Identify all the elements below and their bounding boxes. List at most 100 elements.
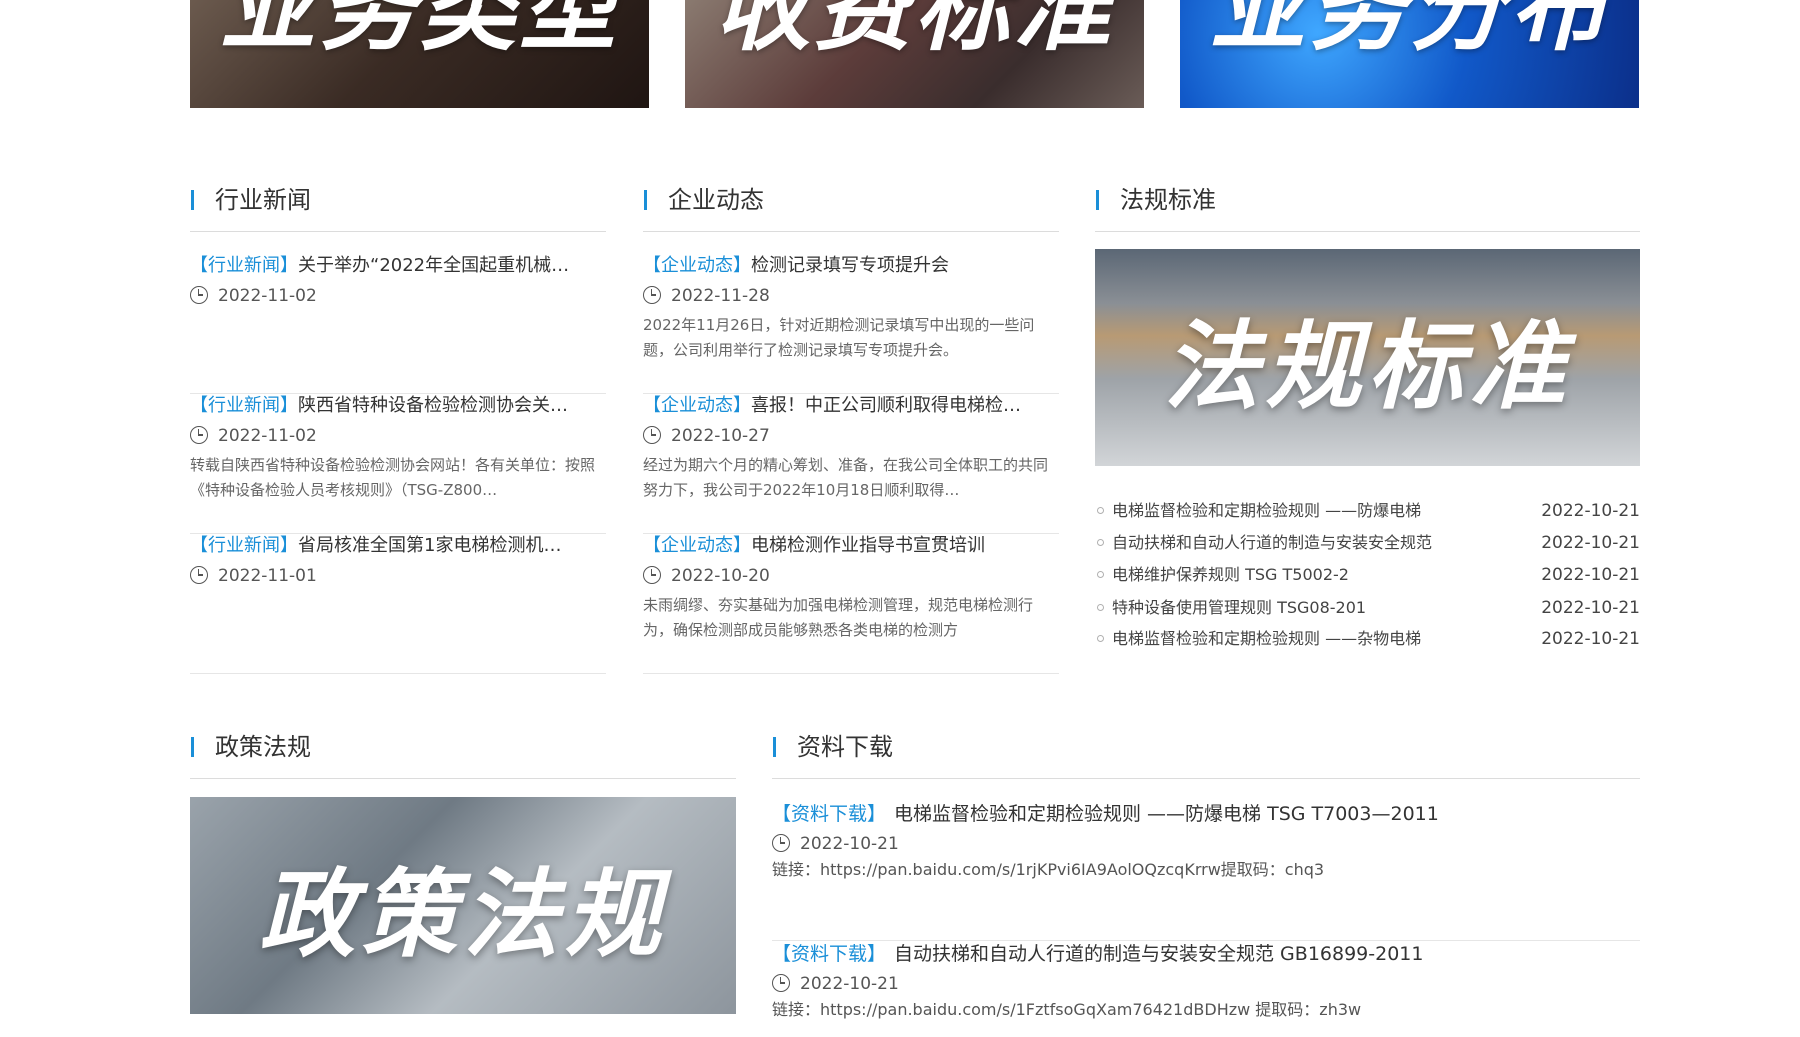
section-accent-bar xyxy=(191,737,194,757)
section-header-industry-news: 行业新闻 xyxy=(190,186,606,232)
banner-text: 业务分布 xyxy=(1209,0,1610,64)
news-title-text: 电梯检测作业指导书宣贯培训 xyxy=(751,535,985,556)
news-summary: 经过为期六个月的精心筹划、准备，在我公司全体职工的共同努力下，我公司于2022年… xyxy=(643,456,1049,499)
regulation-date: 2022-10-21 xyxy=(1541,501,1640,521)
news-tag: 【企业动态】 xyxy=(643,535,751,556)
news-date: 2022-11-02 xyxy=(190,425,317,447)
news-tag: 【企业动态】 xyxy=(643,395,751,416)
download-item[interactable]: 【资料下载】 自动扶梯和自动人行道的制造与安装安全规范 GB16899-2011 … xyxy=(772,941,1640,1037)
download-link[interactable]: 链接：https://pan.baidu.com/s/1rjKPvi6IA9Ao… xyxy=(772,859,1324,881)
download-title-text: 自动扶梯和自动人行道的制造与安装安全规范 GB16899-2011 xyxy=(894,943,1424,965)
clock-icon xyxy=(643,286,661,304)
clock-icon xyxy=(643,426,661,444)
news-tag: 【企业动态】 xyxy=(643,255,751,276)
section-title[interactable]: 资料下载 xyxy=(797,733,893,761)
regulation-list-item[interactable]: 特种设备使用管理规则 TSG08-201 2022-10-21 xyxy=(1095,596,1640,620)
section-title[interactable]: 企业动态 xyxy=(668,186,764,214)
news-tag: 【行业新闻】 xyxy=(190,255,298,276)
regulation-list-item[interactable]: 电梯监督检验和定期检验规则 ——杂物电梯 2022-10-21 xyxy=(1095,627,1640,651)
news-item[interactable]: 【企业动态】检测记录填写专项提升会 2022-11-28 2022年11月26日… xyxy=(643,254,1059,394)
regulation-date: 2022-10-21 xyxy=(1541,598,1640,618)
news-date: 2022-10-20 xyxy=(643,565,770,587)
news-item[interactable]: 【行业新闻】关于举办“2022年全国起重机械… 2022-11-02 xyxy=(190,254,606,394)
news-date: 2022-11-28 xyxy=(643,285,770,307)
news-date: 2022-11-02 xyxy=(190,285,317,307)
clock-icon xyxy=(643,566,661,584)
section-accent-bar xyxy=(773,737,776,757)
circle-bullet-icon xyxy=(1097,507,1104,514)
news-item[interactable]: 【行业新闻】省局核准全国第1家电梯检测机… 2022-11-01 xyxy=(190,534,606,674)
circle-bullet-icon xyxy=(1097,539,1104,546)
download-tag: 【资料下载】 xyxy=(772,803,887,825)
regulation-title[interactable]: 电梯监督检验和定期检验规则 ——防爆电梯 xyxy=(1112,499,1421,523)
download-tag: 【资料下载】 xyxy=(772,943,887,965)
news-date-text: 2022-11-02 xyxy=(218,426,317,446)
news-summary: 2022年11月26日，针对近期检测记录填写中出现的一些问题，公司利用举行了检测… xyxy=(643,316,1035,359)
download-title[interactable]: 【资料下载】 电梯监督检验和定期检验规则 ——防爆电梯 TSG T7003—201… xyxy=(772,801,1439,827)
section-accent-bar xyxy=(1096,190,1099,210)
news-date-text: 2022-10-20 xyxy=(671,566,770,586)
regulation-title[interactable]: 自动扶梯和自动人行道的制造与安装安全规范 xyxy=(1112,531,1432,555)
banner-text: 收费标准 xyxy=(714,0,1115,64)
section-header-company-news: 企业动态 xyxy=(643,186,1059,232)
clock-icon xyxy=(190,426,208,444)
regulation-list-item[interactable]: 电梯维护保养规则 TSG T5002-2 2022-10-21 xyxy=(1095,563,1640,587)
banner-text: 业务类型 xyxy=(219,0,620,64)
download-date-text: 2022-10-21 xyxy=(800,974,899,994)
news-item[interactable]: 【企业动态】电梯检测作业指导书宣贯培训 2022-10-20 未雨绸缪、夯实基础… xyxy=(643,534,1059,674)
download-item[interactable]: 【资料下载】 电梯监督检验和定期检验规则 ——防爆电梯 TSG T7003—201… xyxy=(772,801,1640,941)
news-item[interactable]: 【企业动态】喜报！中正公司顺利取得电梯检… 2022-10-27 经过为期六个月… xyxy=(643,394,1059,534)
clock-icon xyxy=(190,286,208,304)
news-title-text: 喜报！中正公司顺利取得电梯检… xyxy=(751,395,1021,416)
section-accent-bar xyxy=(644,190,647,210)
news-title-text: 省局核准全国第1家电梯检测机… xyxy=(298,535,562,556)
download-title[interactable]: 【资料下载】 自动扶梯和自动人行道的制造与安装安全规范 GB16899-2011 xyxy=(772,941,1423,967)
policy-image[interactable]: 政策法规 xyxy=(190,797,736,1014)
regulations-image-text: 法规标准 xyxy=(1163,310,1572,422)
banner-business-types[interactable]: 业务类型 xyxy=(190,0,649,108)
clock-icon xyxy=(772,834,790,852)
section-title[interactable]: 政策法规 xyxy=(215,733,311,761)
news-title[interactable]: 【企业动态】检测记录填写专项提升会 xyxy=(643,254,1059,278)
circle-bullet-icon xyxy=(1097,571,1104,578)
news-title-text: 陕西省特种设备检验检测协会关… xyxy=(298,395,568,416)
regulation-date: 2022-10-21 xyxy=(1541,629,1640,649)
regulation-title[interactable]: 特种设备使用管理规则 TSG08-201 xyxy=(1112,596,1366,620)
news-item[interactable]: 【行业新闻】陕西省特种设备检验检测协会关… 2022-11-02 转载自陕西省特… xyxy=(190,394,606,534)
news-tag: 【行业新闻】 xyxy=(190,395,298,416)
regulation-date: 2022-10-21 xyxy=(1541,565,1640,585)
section-title[interactable]: 行业新闻 xyxy=(215,186,311,214)
regulation-title[interactable]: 电梯维护保养规则 TSG T5002-2 xyxy=(1112,563,1349,587)
section-header-regulations: 法规标准 xyxy=(1095,186,1640,232)
regulation-title[interactable]: 电梯监督检验和定期检验规则 ——杂物电梯 xyxy=(1112,627,1421,651)
download-link[interactable]: 链接：https://pan.baidu.com/s/1FztfsoGqXam7… xyxy=(772,999,1361,1021)
section-accent-bar xyxy=(191,190,194,210)
news-date-text: 2022-11-02 xyxy=(218,286,317,306)
news-title[interactable]: 【企业动态】喜报！中正公司顺利取得电梯检… xyxy=(643,394,1059,418)
news-title[interactable]: 【行业新闻】关于举办“2022年全国起重机械… xyxy=(190,254,606,278)
news-date-text: 2022-10-27 xyxy=(671,426,770,446)
banner-fee-standards[interactable]: 收费标准 xyxy=(685,0,1144,108)
news-tag: 【行业新闻】 xyxy=(190,535,298,556)
news-date: 2022-10-27 xyxy=(643,425,770,447)
regulation-list-item[interactable]: 自动扶梯和自动人行道的制造与安装安全规范 2022-10-21 xyxy=(1095,531,1640,555)
download-date: 2022-10-21 xyxy=(772,833,899,855)
news-title-text: 检测记录填写专项提升会 xyxy=(751,255,949,276)
news-title[interactable]: 【行业新闻】省局核准全国第1家电梯检测机… xyxy=(190,534,606,558)
regulation-list-item[interactable]: 电梯监督检验和定期检验规则 ——防爆电梯 2022-10-21 xyxy=(1095,499,1640,523)
news-title[interactable]: 【行业新闻】陕西省特种设备检验检测协会关… xyxy=(190,394,606,418)
banner-business-distribution[interactable]: 业务分布 xyxy=(1180,0,1639,108)
circle-bullet-icon xyxy=(1097,604,1104,611)
news-title[interactable]: 【企业动态】电梯检测作业指导书宣贯培训 xyxy=(643,534,1059,558)
regulations-image[interactable]: 法规标准 xyxy=(1095,249,1640,466)
news-summary xyxy=(190,313,606,363)
news-date: 2022-11-01 xyxy=(190,565,317,587)
news-summary: 转载自陕西省特种设备检验检测协会网站！各有关单位：按照《特种设备检验人员考核规则… xyxy=(190,456,596,499)
regulation-date: 2022-10-21 xyxy=(1541,533,1640,553)
policy-image-text: 政策法规 xyxy=(259,858,667,970)
news-title-text: 关于举办“2022年全国起重机械… xyxy=(298,255,570,276)
circle-bullet-icon xyxy=(1097,635,1104,642)
download-title-text: 电梯监督检验和定期检验规则 ——防爆电梯 TSG T7003—2011 xyxy=(894,803,1439,825)
download-date: 2022-10-21 xyxy=(772,973,899,995)
section-title[interactable]: 法规标准 xyxy=(1120,186,1216,214)
